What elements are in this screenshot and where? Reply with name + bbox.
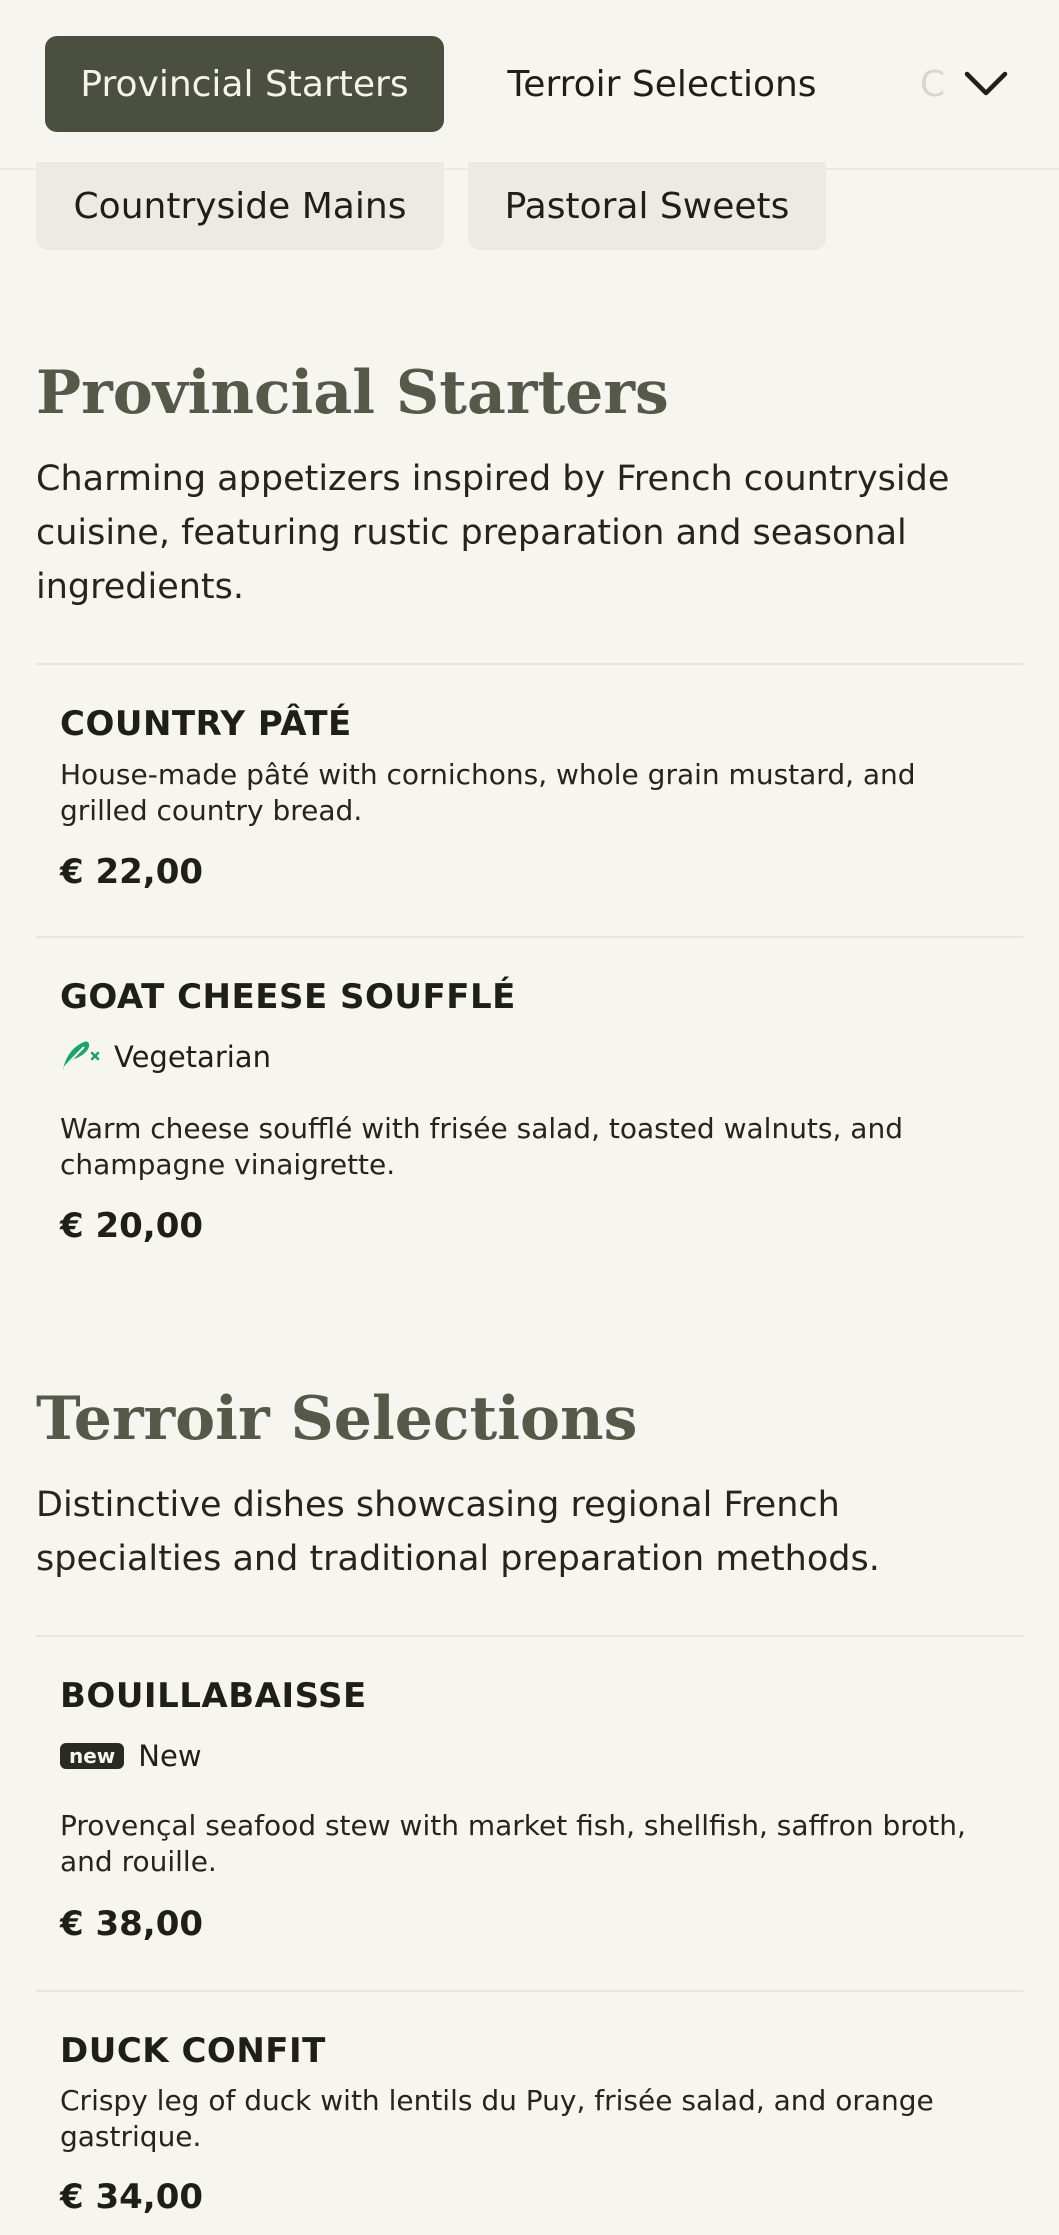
item-name: GOAT CHEESE SOUFFLÉ [60,977,516,1017]
tab-countryside-mains[interactable]: Countryside Mains [36,162,444,250]
dietary-tag: Vegetarian [60,1037,271,1077]
category-nav: Provincial Starters Terroir Selections C… [0,0,1059,170]
item-price: € 22,00 [60,852,204,892]
section-description: Distinctive dishes showcasing regional F… [36,1485,880,1579]
divider [36,936,1023,938]
item-name: DUCK CONFIT [60,2031,326,2071]
item-price: € 34,00 [60,2177,204,2217]
item-description: Crispy leg of duck with lentils du Puy, … [60,2084,934,2153]
tab-terroir-selections[interactable]: Terroir Selections [480,36,844,132]
tag-label: New [138,1739,202,1773]
chevron-down-icon[interactable] [960,58,1012,110]
item-name: COUNTRY PÂTÉ [60,704,352,744]
section-title-provincial-starters: Provincial Starters [36,358,669,428]
new-tag: new New [60,1736,202,1776]
item-name: BOUILLABAISSE [60,1676,367,1716]
tab-countryside-mains-overflow[interactable]: Countryside Mains [920,36,946,132]
new-badge: new [60,1743,125,1769]
section-title-terroir-selections: Terroir Selections [36,1384,638,1454]
divider [36,1990,1023,1992]
tag-label: Vegetarian [114,1040,271,1074]
tab-provincial-starters[interactable]: Provincial Starters [45,36,444,132]
item-description: House-made pâté with cornichons, whole g… [60,758,916,827]
divider [36,1635,1023,1637]
vegetarian-leaf-icon [60,1035,100,1080]
section-description: Charming appetizers inspired by French c… [36,459,950,607]
item-description: Provençal seafood stew with market fish,… [60,1809,966,1878]
menu-page: Provincial Starters Terroir Selections C… [0,0,1059,2235]
divider [36,663,1023,665]
tab-pastoral-sweets[interactable]: Pastoral Sweets [468,162,826,250]
item-price: € 20,00 [60,1206,204,1246]
item-price: € 38,00 [60,1904,204,1944]
item-description: Warm cheese soufflé with frisée salad, t… [60,1112,903,1181]
